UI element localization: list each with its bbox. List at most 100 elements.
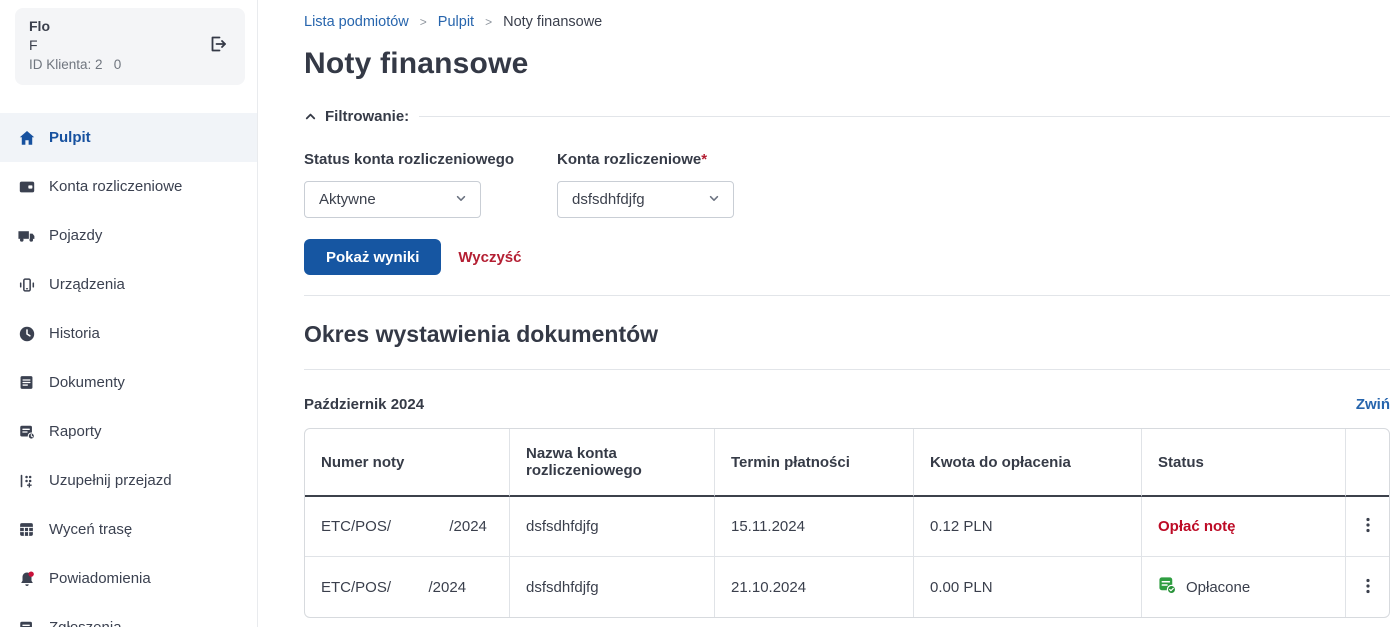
sidebar-item-label: Wyceń trasę bbox=[49, 521, 132, 538]
home-icon bbox=[17, 128, 36, 147]
col-status: Status bbox=[1142, 429, 1346, 497]
col-actions bbox=[1346, 429, 1389, 497]
cell-actions bbox=[1346, 497, 1389, 557]
field-label: Status konta rozliczeniowego bbox=[304, 151, 514, 168]
cell-termin: 21.10.2024 bbox=[715, 557, 914, 617]
cell-termin: 15.11.2024 bbox=[715, 497, 914, 557]
section-divider bbox=[304, 369, 1390, 370]
filter-fields: Status konta rozliczeniowego Aktywne Kon… bbox=[304, 151, 1390, 218]
bell-icon bbox=[17, 569, 36, 588]
logout-icon bbox=[208, 34, 228, 57]
status-konta-select[interactable]: Aktywne bbox=[304, 181, 481, 218]
cell-numer-noty: ETC/POS/ /2024 bbox=[305, 557, 510, 617]
chevron-down-icon bbox=[708, 191, 720, 208]
col-termin-platnosci: Termin płatności bbox=[715, 429, 914, 497]
cell-status: Opłać notę bbox=[1142, 497, 1346, 557]
breadcrumb-separator: > bbox=[485, 15, 492, 29]
sidebar-item-pulpit[interactable]: Pulpit bbox=[0, 113, 257, 162]
kebab-menu-icon bbox=[1360, 577, 1376, 598]
sidebar-item-uzupelnij-przejazd[interactable]: Uzupełnij przejazd bbox=[0, 456, 257, 505]
status-badge: Opłacone bbox=[1158, 576, 1329, 599]
required-mark: * bbox=[701, 151, 707, 168]
period-row: Październik 2024 Zwiń bbox=[304, 396, 1390, 413]
sidebar-item-label: Konta rozliczeniowe bbox=[49, 178, 182, 195]
sidebar-item-label: Urządzenia bbox=[49, 276, 125, 293]
cell-status: Opłacone bbox=[1142, 557, 1346, 617]
kebab-menu-icon bbox=[1360, 516, 1376, 537]
breadcrumb-lista-podmiotow[interactable]: Lista podmiotów bbox=[304, 14, 409, 30]
logout-button[interactable] bbox=[207, 34, 229, 56]
breadcrumb: Lista podmiotów > Pulpit > Noty finansow… bbox=[304, 14, 1390, 30]
period-month-label: Październik 2024 bbox=[304, 396, 424, 413]
cell-actions bbox=[1346, 557, 1389, 617]
field-label-text: Konta rozliczeniowe bbox=[557, 151, 701, 168]
sidebar-item-label: Pulpit bbox=[49, 129, 91, 146]
notes-table: Numer noty Nazwa konta rozliczeniowego T… bbox=[304, 428, 1390, 618]
sidebar-item-label: Uzupełnij przejazd bbox=[49, 472, 172, 489]
breadcrumb-current: Noty finansowe bbox=[503, 14, 602, 30]
clear-filters-link[interactable]: Wyczyść bbox=[458, 249, 521, 266]
pay-note-link[interactable]: Opłać notę bbox=[1158, 518, 1236, 535]
report-icon bbox=[17, 422, 36, 441]
col-numer-noty: Numer noty bbox=[305, 429, 510, 497]
sidebar-item-label: Pojazdy bbox=[49, 227, 102, 244]
sidebar-item-label: Historia bbox=[49, 325, 100, 342]
sidebar-item-zgloszenia[interactable]: Zgłoszenia bbox=[0, 603, 257, 627]
sidebar-item-raporty[interactable]: Raporty bbox=[0, 407, 257, 456]
clock-icon bbox=[17, 324, 36, 343]
breadcrumb-pulpit[interactable]: Pulpit bbox=[438, 14, 474, 30]
client-id-label: ID Klienta: 2 0 bbox=[29, 55, 231, 75]
filter-actions: Pokaż wyniki Wyczyść bbox=[304, 239, 1390, 275]
sidebar-nav: Pulpit Konta rozliczeniowe bbox=[0, 113, 257, 627]
breadcrumb-separator: > bbox=[420, 15, 427, 29]
konta-rozliczeniowe-select[interactable]: dsfsdhfdjfg bbox=[557, 181, 734, 218]
user-name-line1: Flo bbox=[29, 17, 231, 36]
cell-nazwa-konta: dsfsdhfdjfg bbox=[510, 557, 715, 617]
select-value: Aktywne bbox=[319, 191, 376, 208]
app-root: Flo F ID Klienta: 2 0 bbox=[0, 0, 1392, 627]
user-name-line2: F bbox=[29, 36, 231, 55]
truck-icon bbox=[17, 226, 36, 245]
sidebar: Flo F ID Klienta: 2 0 bbox=[0, 0, 258, 627]
chevron-up-icon[interactable] bbox=[304, 110, 318, 124]
table-row: ETC/POS/ /2024 dsfsdhfdjfg 15.11.2024 0.… bbox=[305, 497, 1389, 557]
col-kwota: Kwota do opłacenia bbox=[914, 429, 1142, 497]
col-nazwa-konta: Nazwa konta rozliczeniowego bbox=[510, 429, 715, 497]
cell-kwota: 0.00 PLN bbox=[914, 557, 1142, 617]
device-icon bbox=[17, 275, 36, 294]
cell-kwota: 0.12 PLN bbox=[914, 497, 1142, 557]
collapse-link[interactable]: Zwiń bbox=[1356, 396, 1390, 413]
sidebar-item-konta-rozliczeniowe[interactable]: Konta rozliczeniowe bbox=[0, 162, 257, 211]
main-content: Lista podmiotów > Pulpit > Noty finansow… bbox=[258, 0, 1392, 627]
filter-section-header: Filtrowanie: bbox=[304, 108, 1390, 125]
filter-header-label: Filtrowanie: bbox=[325, 108, 409, 125]
row-menu-button[interactable] bbox=[1362, 577, 1373, 598]
table-header-row: Numer noty Nazwa konta rozliczeniowego T… bbox=[305, 429, 1389, 497]
user-card: Flo F ID Klienta: 2 0 bbox=[15, 8, 245, 85]
field-label: Konta rozliczeniowe* bbox=[557, 151, 734, 168]
sidebar-item-wycen-trase[interactable]: Wyceń trasę bbox=[0, 505, 257, 554]
sidebar-item-dokumenty[interactable]: Dokumenty bbox=[0, 358, 257, 407]
sidebar-item-label: Dokumenty bbox=[49, 374, 125, 391]
show-results-button[interactable]: Pokaż wyniki bbox=[304, 239, 441, 275]
field-konta-rozliczeniowe: Konta rozliczeniowe* dsfsdhfdjfg bbox=[557, 151, 734, 218]
sidebar-item-powiadomienia[interactable]: Powiadomienia bbox=[0, 554, 257, 603]
grid-icon bbox=[17, 520, 36, 539]
status-label: Opłacone bbox=[1186, 579, 1250, 596]
document-icon bbox=[17, 373, 36, 392]
filter-header-rule bbox=[419, 116, 1390, 117]
table-row: ETC/POS/ /2024 dsfsdhfdjfg 21.10.2024 0.… bbox=[305, 557, 1389, 617]
ticket-icon bbox=[17, 618, 36, 627]
sidebar-item-urzadzenia[interactable]: Urządzenia bbox=[0, 260, 257, 309]
section-divider bbox=[304, 295, 1390, 296]
select-value: dsfsdhfdjfg bbox=[572, 191, 645, 208]
row-menu-button[interactable] bbox=[1362, 516, 1373, 537]
paid-note-icon bbox=[1158, 576, 1177, 599]
sidebar-item-label: Powiadomienia bbox=[49, 570, 151, 587]
sidebar-item-pojazdy[interactable]: Pojazdy bbox=[0, 211, 257, 260]
route-icon bbox=[17, 471, 36, 490]
sidebar-item-historia[interactable]: Historia bbox=[0, 309, 257, 358]
chevron-down-icon bbox=[455, 191, 467, 208]
field-status-konta: Status konta rozliczeniowego Aktywne bbox=[304, 151, 514, 218]
cell-numer-noty: ETC/POS/ /2024 bbox=[305, 497, 510, 557]
